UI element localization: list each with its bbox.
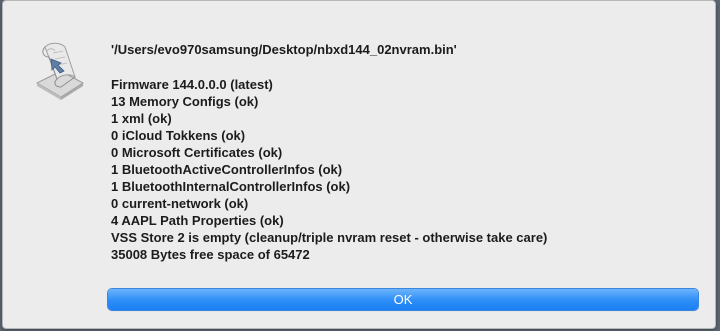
info-line-xml: 1 xml (ok)	[111, 111, 172, 126]
info-line-bluetooth-active: 1 BluetoothActiveControllerInfos (ok)	[111, 162, 343, 177]
info-line-vss-store: VSS Store 2 is empty (cleanup/triple nvr…	[111, 230, 548, 245]
alert-message: '/Users/evo970samsung/Desktop/nbxd144_02…	[111, 41, 701, 263]
file-path-text: '/Users/evo970samsung/Desktop/nbxd144_02…	[111, 42, 457, 57]
script-editor-icon	[31, 39, 87, 101]
info-line-firmware: Firmware 144.0.0.0 (latest)	[111, 77, 273, 92]
ok-button[interactable]: OK	[108, 289, 698, 310]
info-line-microsoft-certificates: 0 Microsoft Certificates (ok)	[111, 145, 283, 160]
info-line-memory-configs: 13 Memory Configs (ok)	[111, 94, 259, 109]
info-line-free-space: 35008 Bytes free space of 65472	[111, 247, 310, 262]
info-line-icloud-tokens: 0 iCloud Tokkens (ok)	[111, 128, 246, 143]
info-line-current-network: 0 current-network (ok)	[111, 196, 249, 211]
info-line-bluetooth-internal: 1 BluetoothInternalControllerInfos (ok)	[111, 179, 351, 194]
info-line-aapl-path: 4 AAPL Path Properties (ok)	[111, 213, 284, 228]
alert-dialog: '/Users/evo970samsung/Desktop/nbxd144_02…	[2, 0, 716, 329]
